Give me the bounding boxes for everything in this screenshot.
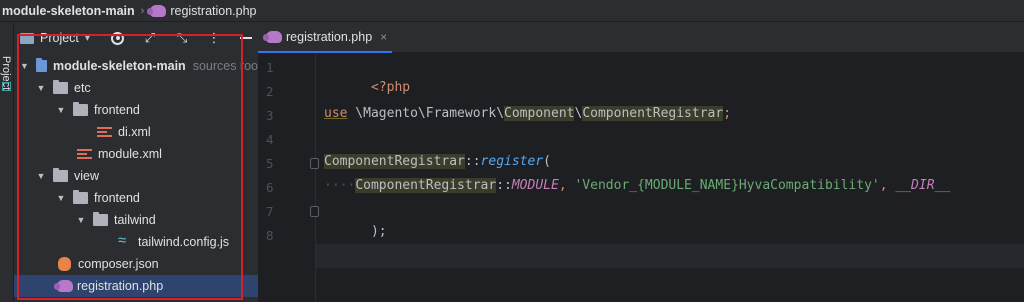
line-number: 2 <box>266 84 274 99</box>
tree-item-label: frontend <box>94 191 140 205</box>
folder-icon <box>53 80 68 94</box>
project-view-selector[interactable]: Project <box>40 31 79 45</box>
tree-item-tailwind-config[interactable]: tailwind.config.js <box>14 231 258 253</box>
chevron-down-icon[interactable]: ▼ <box>56 105 66 115</box>
fold-marker-icon[interactable] <box>310 158 319 169</box>
tree-item-tailwind[interactable]: ▼ tailwind <box>14 209 258 231</box>
project-panel: Project ▾ ⤢ ⤡ ⋮ ▼ module-skeleton-main s… <box>14 22 258 302</box>
tree-item-view[interactable]: ▼ view <box>14 165 258 187</box>
hide-panel-icon[interactable] <box>238 30 254 46</box>
tree-item-composer-json[interactable]: composer.json <box>14 253 258 275</box>
module-folder-icon <box>35 58 48 72</box>
tree-item-suffix: sources roo <box>192 59 258 73</box>
tree-item-label: frontend <box>94 103 140 117</box>
chevron-down-icon[interactable]: ▼ <box>20 61 29 71</box>
line-number: 5 <box>266 156 274 171</box>
more-options-icon[interactable]: ⋮ <box>206 30 222 46</box>
line-gutter: 1 2 3 4 5 6 7 8 <box>258 54 316 302</box>
breadcrumb-file[interactable]: registration.php <box>170 4 256 18</box>
chevron-down-icon[interactable]: ▼ <box>36 83 46 93</box>
tailwind-file-icon <box>117 235 132 248</box>
line-number: 8 <box>266 228 274 243</box>
current-line-highlight <box>316 244 1024 268</box>
locate-file-icon[interactable] <box>110 30 126 46</box>
tree-item-view-frontend[interactable]: ▼ frontend <box>14 187 258 209</box>
code-editor[interactable]: 1 2 3 4 5 6 7 8 <?php use \Magento\Frame… <box>258 54 1024 302</box>
bookmark-icon[interactable] <box>2 82 11 91</box>
tree-item-label: tailwind <box>114 213 156 227</box>
code-line-1: <?php <box>370 80 411 95</box>
code-line-6: ····ComponentRegistrar::MODULE, 'Vendor_… <box>324 178 951 193</box>
folder-icon <box>73 102 88 116</box>
tree-item-etc[interactable]: ▼ etc <box>14 77 258 99</box>
line-number: 4 <box>266 132 274 147</box>
tree-item-module-skeleton-main[interactable]: ▼ module-skeleton-main sources roo <box>14 55 258 77</box>
tree-item-label: di.xml <box>118 125 151 139</box>
tree-item-label: registration.php <box>77 279 164 293</box>
project-panel-header: Project ▾ ⤢ ⤡ ⋮ <box>14 22 258 54</box>
tab-label: registration.php <box>286 29 373 44</box>
xml-file-icon <box>97 126 112 138</box>
tree-item-module-xml[interactable]: module.xml <box>14 143 258 165</box>
close-icon[interactable]: × <box>380 30 387 44</box>
line-number: 1 <box>266 60 274 75</box>
editor: registration.php × 1 2 3 4 5 6 7 8 <?php… <box>258 22 1024 302</box>
chevron-down-icon[interactable]: ▾ <box>85 33 90 44</box>
tool-window-strip: Project <box>0 22 14 302</box>
tree-item-label: module-skeleton-main <box>53 59 186 73</box>
expand-all-icon[interactable]: ⤢ <box>142 30 158 46</box>
xml-file-icon <box>77 148 92 160</box>
collapse-all-icon[interactable]: ⤡ <box>174 30 190 46</box>
tree-item-etc-frontend[interactable]: ▼ frontend <box>14 99 258 121</box>
php-file-icon <box>54 280 73 292</box>
chevron-down-icon[interactable]: ▼ <box>56 193 66 203</box>
php-file-icon <box>263 30 282 43</box>
chevron-down-icon[interactable]: ▼ <box>76 215 86 225</box>
breadcrumb: module-skeleton-main › registration.php <box>0 0 1024 22</box>
php-file-icon <box>147 4 167 17</box>
folder-icon <box>73 190 88 204</box>
code-line-3: use \Magento\Framework\Component\Compone… <box>324 106 732 121</box>
line-number: 7 <box>266 204 274 219</box>
tree-item-label: module.xml <box>98 147 162 161</box>
tree-item-label: composer.json <box>78 257 159 271</box>
folder-icon <box>93 212 108 226</box>
fold-marker-icon[interactable] <box>310 206 319 217</box>
tree-item-label: view <box>74 169 100 183</box>
code-line-7: ); <box>370 224 387 239</box>
tree-item-di-xml[interactable]: di.xml <box>14 121 258 143</box>
editor-tab-bar: registration.php × <box>258 22 1024 53</box>
folder-icon <box>53 168 68 182</box>
breadcrumb-project[interactable]: module-skeleton-main <box>2 4 135 18</box>
line-number: 3 <box>266 108 274 123</box>
breadcrumb-separator: › <box>140 4 145 17</box>
tab-registration-php[interactable]: registration.php × <box>258 22 392 53</box>
tree-item-registration-php[interactable]: registration.php <box>14 275 258 297</box>
tree-item-label: etc <box>74 81 91 95</box>
project-folder-icon <box>20 32 34 44</box>
tree-item-label: tailwind.config.js <box>138 235 230 249</box>
chevron-down-icon[interactable]: ▼ <box>36 171 46 181</box>
line-number: 6 <box>266 180 274 195</box>
code-line-5: ComponentRegistrar::register( <box>324 154 551 169</box>
composer-file-icon <box>58 257 71 271</box>
project-tree: ▼ module-skeleton-main sources roo ▼ etc… <box>14 55 258 297</box>
